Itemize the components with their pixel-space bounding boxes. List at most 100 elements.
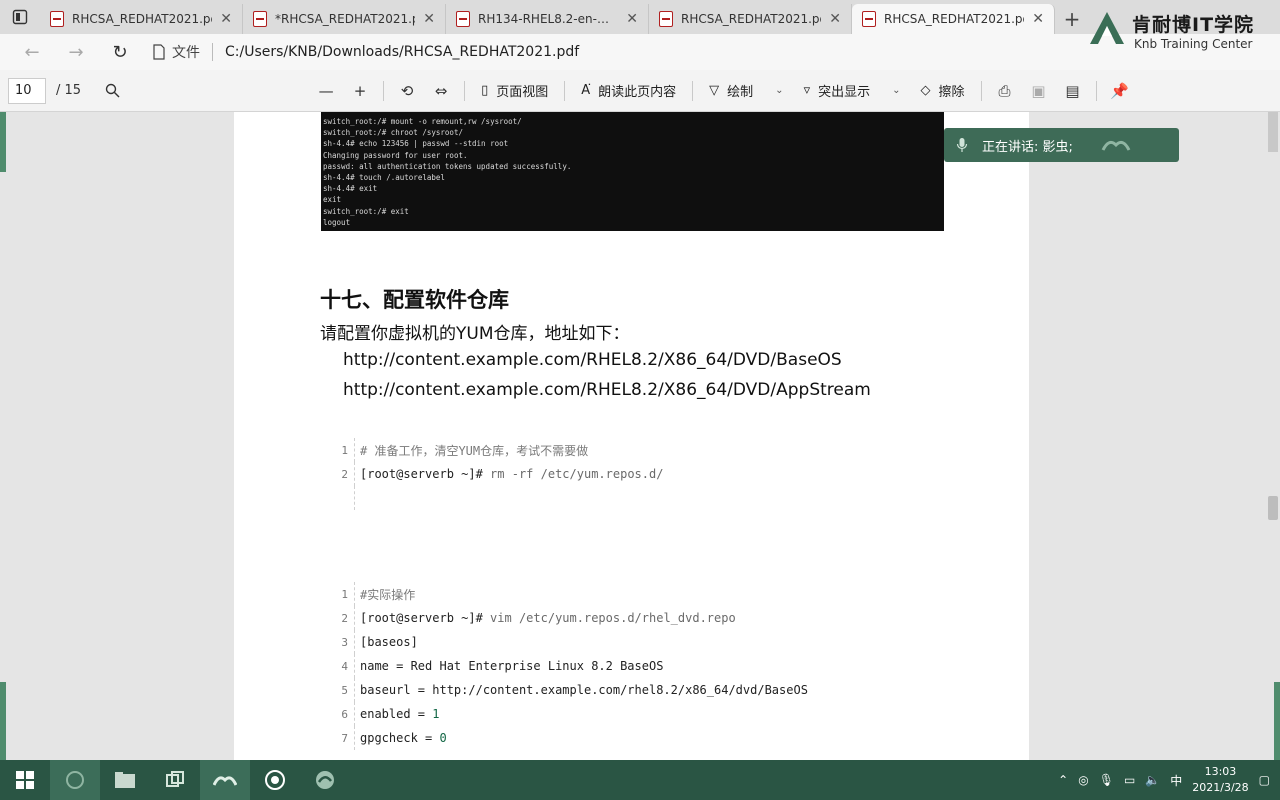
save-button[interactable]: ▣ xyxy=(1022,76,1056,106)
refresh-button[interactable]: ↻ xyxy=(98,37,142,67)
back-button[interactable]: ← xyxy=(10,37,54,67)
close-icon[interactable]: ✕ xyxy=(1032,11,1044,27)
taskbar-app-explorer[interactable] xyxy=(100,760,150,800)
divider xyxy=(212,43,213,61)
address-input[interactable]: C:/Users/KNB/Downloads/RHCSA_REDHAT2021.… xyxy=(225,44,579,60)
tray-app-icon[interactable]: ◎ xyxy=(1078,773,1088,787)
close-icon[interactable]: ✕ xyxy=(423,11,435,27)
chevron-down-icon[interactable]: ⌄ xyxy=(892,85,900,96)
read-aloud-button[interactable]: A͘ 朗读此页内容 xyxy=(571,76,686,106)
tab-label: RHCSA_REDHAT2021.pdf xyxy=(884,12,1025,26)
logo-english-name: Knb Training Center xyxy=(1134,37,1253,51)
close-icon[interactable]: ✕ xyxy=(626,11,638,27)
microphone-icon xyxy=(956,138,968,152)
pdf-toolbar: 10 / 15 — + ⟲ ⇔ ▯ 页面视图 A͘ 朗读此页内容 ▽ 绘制 ⌄ … xyxy=(0,70,1280,112)
zoom-in-button[interactable]: + xyxy=(343,76,377,106)
meeting-icon xyxy=(213,776,237,786)
ime-indicator[interactable]: 中 xyxy=(1170,772,1182,789)
print-button[interactable]: ⎙ xyxy=(988,76,1022,106)
taskbar-app-obs[interactable] xyxy=(250,760,300,800)
meeting-logo-icon xyxy=(1101,140,1131,151)
refresh-icon: ↻ xyxy=(112,41,128,63)
highlight-button[interactable]: ▿ 突出显示 ⌄ xyxy=(794,76,911,106)
code-line-empty xyxy=(334,486,934,510)
tab-4[interactable]: RHCSA_REDHAT2021.pdf ✕ xyxy=(649,4,852,34)
code-block-operation: 1 #实际操作 2 [root@serverb ~]# vim /etc/yum… xyxy=(334,582,934,750)
code-text: baseurl = http://content.example.com/rhe… xyxy=(360,683,808,697)
rotate-button[interactable]: ⟲ xyxy=(390,76,424,106)
line-number: 1 xyxy=(341,443,348,457)
logo-chinese-name: 肯耐博IT学院 xyxy=(1132,14,1255,36)
close-icon[interactable]: ✕ xyxy=(829,11,841,27)
divider xyxy=(464,80,466,101)
volume-icon[interactable]: 🔈 xyxy=(1145,773,1160,787)
shell-prompt: [root@serverb ~]# xyxy=(360,467,483,481)
search-button[interactable] xyxy=(95,76,129,106)
line-number: 2 xyxy=(341,611,348,625)
highlight-label: 突出显示 xyxy=(818,85,871,100)
draw-button[interactable]: ▽ 绘制 ⌄ xyxy=(699,76,793,106)
terminal-line: Changing password for user root. xyxy=(323,150,468,160)
network-icon[interactable]: ▭ xyxy=(1124,773,1135,787)
terminal-screenshot: switch_root:/# mount -o remount,rw /sysr… xyxy=(321,112,944,231)
erase-button[interactable]: ◇ 擦除 xyxy=(911,76,975,106)
terminal-line: switch_root:/# exit xyxy=(323,206,409,216)
gutter xyxy=(354,462,355,486)
tab-1[interactable]: RHCSA_REDHAT2021.pdf ✕ xyxy=(40,4,243,34)
pdf-file-icon xyxy=(253,11,267,27)
code-comment: #实际操作 xyxy=(360,587,416,602)
window-edge xyxy=(0,682,6,760)
microphone-icon[interactable]: 🎙 xyxy=(1099,773,1114,787)
shell-command: vim /etc/yum.repos.d/rhel_dvd.repo xyxy=(482,611,736,625)
close-icon[interactable]: ✕ xyxy=(220,11,232,27)
code-line: 1 # 准备工作，清空YUM仓库，考试不需要做 xyxy=(334,438,934,462)
scrollbar-thumb[interactable] xyxy=(1268,496,1278,520)
read-aloud-label: 朗读此页内容 xyxy=(598,85,677,100)
code-comment: # 准备工作，清空YUM仓库，考试不需要做 xyxy=(360,443,589,458)
tab-5-active[interactable]: RHCSA_REDHAT2021.pdf ✕ xyxy=(852,4,1055,34)
terminal-line: exit xyxy=(323,195,342,205)
save-as-button[interactable]: ▤ xyxy=(1056,76,1090,106)
chevron-up-icon[interactable]: ⌃ xyxy=(1058,773,1068,787)
code-key: gpgcheck = xyxy=(360,731,440,745)
app-icon xyxy=(66,771,84,789)
gutter xyxy=(354,486,355,510)
chevron-down-icon[interactable]: ⌄ xyxy=(775,85,783,96)
pin-toolbar-button[interactable]: 📌 xyxy=(1103,76,1137,106)
address-prefix: 文件 xyxy=(172,45,200,61)
tab-label: *RHCSA_REDHAT2021.pdf xyxy=(275,12,415,26)
tab-label: RHCSA_REDHAT2021.pdf xyxy=(681,12,822,26)
divider xyxy=(980,80,982,101)
page-view-button[interactable]: ▯ 页面视图 xyxy=(471,76,558,106)
logo-mark-icon xyxy=(1090,12,1124,44)
record-icon xyxy=(265,770,285,790)
line-number: 3 xyxy=(341,635,348,649)
tab-2[interactable]: *RHCSA_REDHAT2021.pdf ✕ xyxy=(243,4,446,34)
taskbar-app-edge[interactable] xyxy=(300,760,350,800)
notification-icon[interactable]: ▢ xyxy=(1259,773,1270,787)
taskbar: ⌃ ◎ 🎙 ▭ 🔈 中 13:03 2021/3/28 ▢ xyxy=(0,760,1280,800)
fit-page-button[interactable]: ⇔ xyxy=(424,76,458,106)
page-number-input[interactable]: 10 xyxy=(8,77,46,104)
zoom-out-button[interactable]: — xyxy=(309,76,343,106)
forward-button[interactable]: → xyxy=(54,37,98,67)
clock[interactable]: 13:03 2021/3/28 xyxy=(1192,764,1248,796)
scrollbar-track[interactable] xyxy=(1268,112,1278,152)
pdf-viewport[interactable]: switch_root:/# mount -o remount,rw /sysr… xyxy=(0,112,1280,760)
speaking-label: 正在讲话: 影虫; xyxy=(982,139,1073,155)
terminal-line: passwd: all authentication tokens update… xyxy=(323,161,572,171)
start-button[interactable] xyxy=(0,760,50,800)
tab-3[interactable]: RH134-RHEL8.2-en-… ✕ xyxy=(446,4,649,34)
clock-time: 13:03 xyxy=(1204,765,1237,778)
taskbar-app-vmware[interactable] xyxy=(150,760,200,800)
workspaces-button[interactable] xyxy=(0,0,40,34)
gutter xyxy=(354,726,355,750)
taskbar-app-meeting[interactable] xyxy=(200,760,250,800)
code-value: 1 xyxy=(432,707,440,721)
pdf-file-icon xyxy=(456,11,470,27)
taskbar-app-search[interactable] xyxy=(50,760,100,800)
code-line: 3 [baseos] xyxy=(334,630,934,654)
code-line: 6 enabled = 1 xyxy=(334,702,934,726)
site-info[interactable]: 文件 xyxy=(152,42,200,62)
repo-url-baseos: http://content.example.com/RHEL8.2/X86_6… xyxy=(343,350,842,370)
